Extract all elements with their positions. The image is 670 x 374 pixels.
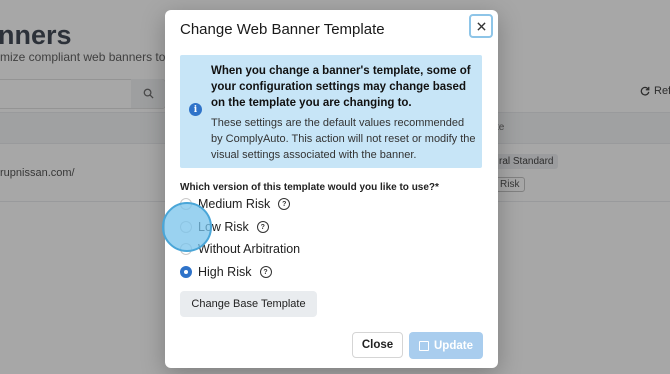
modal-title: Change Web Banner Template <box>180 21 385 38</box>
help-icon[interactable]: ? <box>259 266 272 278</box>
modal-close-button[interactable] <box>469 14 493 38</box>
option-label: High Risk <box>198 265 252 279</box>
info-heading: When you change a banner's template, som… <box>211 65 471 109</box>
close-icon <box>476 21 486 31</box>
radio-high-risk[interactable] <box>180 266 192 278</box>
info-callout: i When you change a banner's template, s… <box>180 55 482 168</box>
info-icon: i <box>189 103 202 116</box>
change-base-template-button[interactable]: Change Base Template <box>180 291 317 317</box>
update-label: Update <box>434 339 473 352</box>
update-button[interactable]: Update <box>409 332 483 359</box>
save-icon <box>419 340 429 351</box>
info-body: These settings are the default values re… <box>211 117 476 161</box>
close-button[interactable]: Close <box>352 332 403 358</box>
option-high-risk[interactable]: High Risk ? <box>180 265 272 279</box>
help-icon[interactable]: ? <box>256 221 269 233</box>
option-label: Medium Risk <box>198 197 271 211</box>
click-indicator <box>162 202 212 252</box>
option-label: Without Arbitration <box>198 242 301 256</box>
change-template-modal: Change Web Banner Template i When you ch… <box>165 10 498 368</box>
template-version-question: Which version of this template would you… <box>180 182 439 193</box>
help-icon[interactable]: ? <box>278 198 291 210</box>
